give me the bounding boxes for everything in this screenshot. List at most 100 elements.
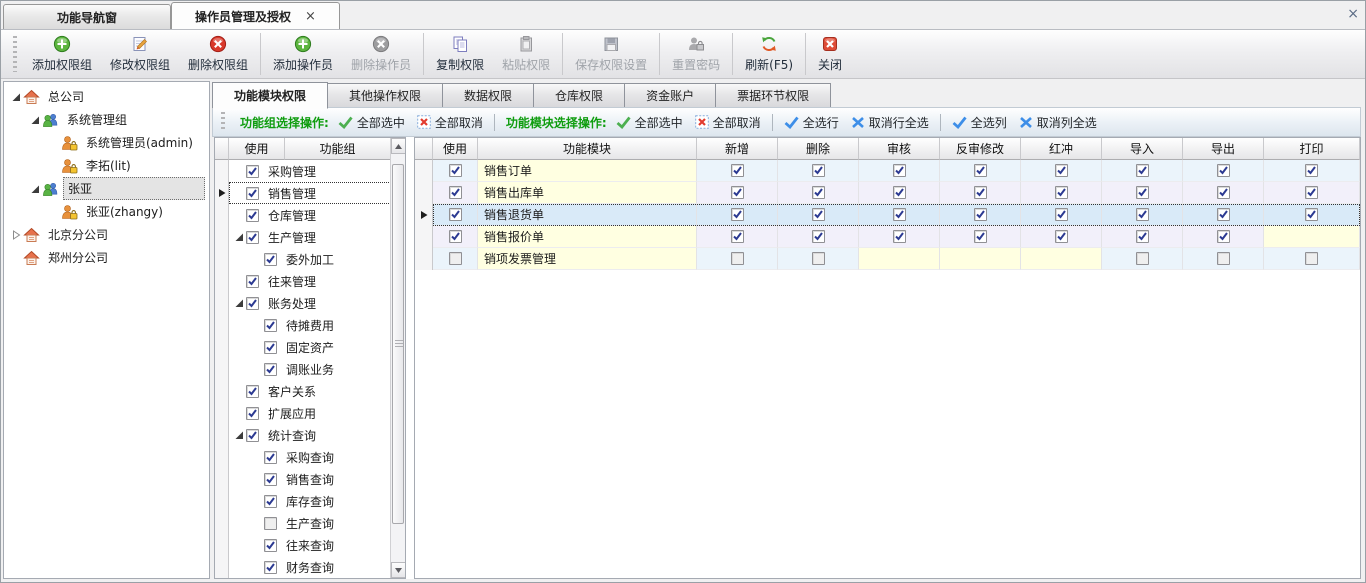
permission-checkbox[interactable] <box>264 341 277 354</box>
perm-cell[interactable] <box>940 160 1021 182</box>
add-operator-button[interactable]: 添加操作员 <box>264 32 342 76</box>
func-group-row[interactable]: 生产查询 <box>215 512 405 534</box>
permission-checkbox[interactable] <box>449 164 462 177</box>
use-cell[interactable] <box>433 160 478 182</box>
perm-cell[interactable] <box>859 182 940 204</box>
grid-column-header[interactable]: 审核 <box>859 138 940 160</box>
header-group[interactable]: 功能组 <box>285 138 391 160</box>
module-grid-row[interactable]: 销售订单 <box>415 160 1360 182</box>
edit-perm-group-button[interactable]: 修改权限组 <box>101 32 179 76</box>
permission-checkbox[interactable] <box>264 363 277 376</box>
func-group-row-body[interactable]: 往来管理 <box>229 270 405 292</box>
perm-cell[interactable] <box>1264 248 1360 270</box>
perm-cell[interactable] <box>697 248 778 270</box>
perm-cell[interactable] <box>940 226 1021 248</box>
permission-checkbox[interactable] <box>1217 164 1230 177</box>
perm-cell[interactable] <box>697 182 778 204</box>
grid-column-header[interactable]: 导出 <box>1183 138 1264 160</box>
perm-cell[interactable] <box>1102 182 1183 204</box>
tree-expander[interactable] <box>27 184 42 194</box>
perm-cell[interactable] <box>1102 226 1183 248</box>
permission-checkbox[interactable] <box>974 164 987 177</box>
func-group-row[interactable]: 固定资产 <box>215 336 405 358</box>
perm-tab-5[interactable]: 票据环节权限 <box>715 83 831 108</box>
copy-perm-button[interactable]: 复制权限 <box>427 32 493 76</box>
perm-cell[interactable] <box>697 226 778 248</box>
perm-cell[interactable] <box>1183 182 1264 204</box>
perm-cell[interactable] <box>1102 204 1183 226</box>
perm-cell[interactable] <box>1183 204 1264 226</box>
func-group-row[interactable]: 销售查询 <box>215 468 405 490</box>
func-group-row-body[interactable]: 采购查询 <box>229 446 405 468</box>
func-group-row-body[interactable]: 统计查询 <box>229 424 405 446</box>
func-group-row-body[interactable]: 采购管理 <box>229 160 405 182</box>
module-name-cell[interactable]: 销售退货单 <box>478 204 697 226</box>
permission-checkbox[interactable] <box>1136 252 1149 265</box>
permission-checkbox[interactable] <box>449 252 462 265</box>
grid-column-header[interactable]: 打印 <box>1264 138 1360 160</box>
module-name-cell[interactable]: 销售报价单 <box>478 226 697 248</box>
perm-cell[interactable] <box>697 204 778 226</box>
module-grid-row[interactable]: 销售出库单 <box>415 182 1360 204</box>
perm-cell[interactable] <box>940 182 1021 204</box>
perm-cell[interactable] <box>859 160 940 182</box>
perm-cell[interactable] <box>1183 226 1264 248</box>
permission-checkbox[interactable] <box>1217 208 1230 221</box>
permission-checkbox[interactable] <box>246 187 259 200</box>
func-group-row-body[interactable]: 销售查询 <box>229 468 405 490</box>
permission-checkbox[interactable] <box>246 407 259 420</box>
scroll-up-button[interactable] <box>391 138 406 154</box>
header-use[interactable]: 使用 <box>229 138 285 160</box>
permission-checkbox[interactable] <box>1305 208 1318 221</box>
func-group-row[interactable]: 生产管理 <box>215 226 405 248</box>
panel-splitter[interactable] <box>406 137 414 579</box>
func-group-row[interactable]: 客户关系 <box>215 380 405 402</box>
grid-column-header[interactable]: 使用 <box>433 138 478 160</box>
perm-cell[interactable] <box>1021 226 1102 248</box>
permission-checkbox[interactable] <box>893 186 906 199</box>
func-group-row-body[interactable]: 销售管理 <box>229 182 405 204</box>
add-perm-group-button[interactable]: 添加权限组 <box>23 32 101 76</box>
perm-tab-3[interactable]: 仓库权限 <box>533 83 625 108</box>
permission-checkbox[interactable] <box>731 252 744 265</box>
func-group-row[interactable]: 委外加工 <box>215 248 405 270</box>
permission-checkbox[interactable] <box>264 495 277 508</box>
func-group-row-body[interactable]: 扩展应用 <box>229 402 405 424</box>
perm-cell[interactable] <box>1183 248 1264 270</box>
permission-checkbox[interactable] <box>1136 164 1149 177</box>
permission-checkbox[interactable] <box>264 253 277 266</box>
perm-cell[interactable] <box>778 226 859 248</box>
use-cell[interactable] <box>433 226 478 248</box>
toolbar-grip[interactable] <box>13 36 17 72</box>
perm-cell[interactable] <box>940 204 1021 226</box>
tab-function-nav[interactable]: 功能导航窗 <box>3 4 171 29</box>
func-group-row-body[interactable]: 固定资产 <box>229 336 405 358</box>
perm-cell[interactable] <box>1264 204 1360 226</box>
func-group-row-body[interactable]: 客户关系 <box>229 380 405 402</box>
ops-action[interactable]: 取消列全选 <box>1019 114 1097 131</box>
permission-checkbox[interactable] <box>1217 230 1230 243</box>
func-group-row-body[interactable]: 仓库管理 <box>229 204 405 226</box>
func-group-row-body[interactable]: 生产管理 <box>229 226 405 248</box>
permission-checkbox[interactable] <box>246 429 259 442</box>
tree-expander[interactable] <box>8 92 23 102</box>
func-group-row[interactable]: 销售管理 <box>215 182 405 204</box>
permission-checkbox[interactable] <box>246 165 259 178</box>
perm-cell[interactable] <box>778 182 859 204</box>
permission-checkbox[interactable] <box>893 208 906 221</box>
permission-checkbox[interactable] <box>731 186 744 199</box>
func-group-row[interactable]: 待摊费用 <box>215 314 405 336</box>
func-group-row[interactable]: 采购管理 <box>215 160 405 182</box>
org-tree-item[interactable]: 张亚(zhangy) <box>4 200 209 223</box>
func-group-row[interactable]: 调账业务 <box>215 358 405 380</box>
perm-cell[interactable] <box>1021 182 1102 204</box>
org-tree-item[interactable]: 总公司 <box>4 85 209 108</box>
perm-cell[interactable] <box>1021 204 1102 226</box>
tree-expander[interactable] <box>231 232 246 242</box>
permission-checkbox[interactable] <box>246 231 259 244</box>
permission-checkbox[interactable] <box>974 186 987 199</box>
permission-checkbox[interactable] <box>1217 186 1230 199</box>
permission-checkbox[interactable] <box>731 164 744 177</box>
module-grid-row[interactable]: 销项发票管理 <box>415 248 1360 270</box>
module-name-cell[interactable]: 销售订单 <box>478 160 697 182</box>
